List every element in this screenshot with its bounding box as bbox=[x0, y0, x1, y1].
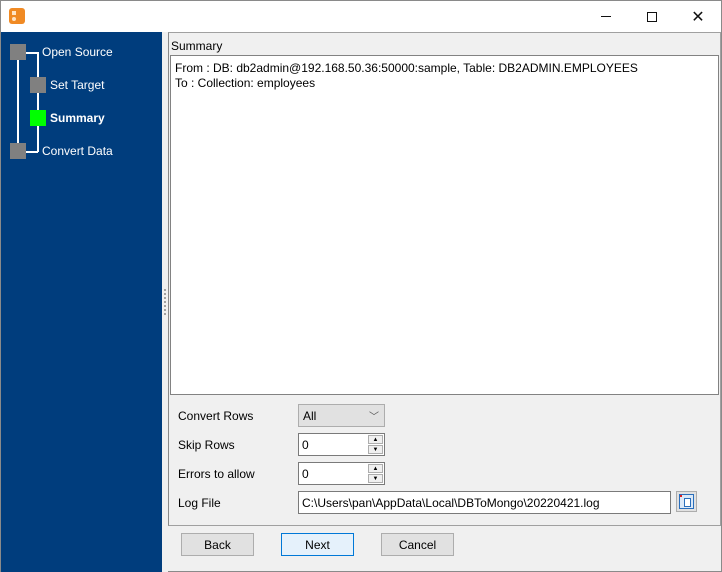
summary-textbox[interactable]: From : DB: db2admin@192.168.50.36:50000:… bbox=[170, 55, 719, 395]
wizard-window: ✕ Open Source Set Target Summary Convert… bbox=[0, 0, 722, 572]
log-file-input[interactable]: C:\Users\pan\AppData\Local\DBToMongo\202… bbox=[298, 491, 671, 514]
step-node-set-target bbox=[30, 77, 46, 93]
summary-from-line: From : DB: db2admin@192.168.50.36:50000:… bbox=[175, 61, 638, 75]
step-set-target[interactable]: Set Target bbox=[50, 78, 104, 92]
skip-rows-stepper[interactable]: 0 ▲ ▼ bbox=[298, 433, 385, 456]
tree-connector bbox=[17, 51, 19, 151]
app-logo-icon bbox=[9, 8, 25, 24]
back-button[interactable]: Back bbox=[181, 533, 254, 556]
skip-rows-value: 0 bbox=[302, 438, 309, 452]
maximize-icon bbox=[647, 11, 657, 22]
cancel-button[interactable]: Cancel bbox=[381, 533, 454, 556]
step-summary[interactable]: Summary bbox=[50, 111, 105, 125]
step-node-summary bbox=[30, 110, 46, 126]
tree-connector bbox=[25, 151, 38, 153]
errors-to-allow-value: 0 bbox=[302, 467, 309, 481]
file-browse-icon bbox=[679, 494, 694, 509]
spin-down-icon[interactable]: ▼ bbox=[368, 445, 383, 454]
next-button[interactable]: Next bbox=[281, 533, 354, 556]
spin-up-icon[interactable]: ▲ bbox=[368, 464, 383, 473]
close-button[interactable]: ✕ bbox=[675, 1, 721, 32]
summary-panel: Summary From : DB: db2admin@192.168.50.3… bbox=[168, 32, 721, 526]
browse-log-file-button[interactable] bbox=[676, 491, 697, 512]
step-convert-data[interactable]: Convert Data bbox=[42, 144, 113, 158]
skip-rows-label: Skip Rows bbox=[178, 438, 235, 452]
errors-to-allow-stepper[interactable]: 0 ▲ ▼ bbox=[298, 462, 385, 485]
wizard-steps-sidebar: Open Source Set Target Summary Convert D… bbox=[1, 32, 162, 572]
spin-down-icon[interactable]: ▼ bbox=[368, 474, 383, 483]
step-open-source[interactable]: Open Source bbox=[42, 45, 113, 59]
convert-rows-label: Convert Rows bbox=[178, 409, 254, 423]
log-file-label: Log File bbox=[178, 496, 221, 510]
spin-up-icon[interactable]: ▲ bbox=[368, 435, 383, 444]
convert-rows-value: All bbox=[303, 409, 317, 423]
chevron-down-icon: ﹀ bbox=[369, 412, 379, 423]
title-bar: ✕ bbox=[1, 1, 721, 32]
summary-heading: Summary bbox=[171, 39, 223, 53]
step-node-convert-data bbox=[10, 143, 26, 159]
minimize-button[interactable] bbox=[583, 1, 629, 32]
step-node-open-source bbox=[10, 44, 26, 60]
summary-to-line: To : Collection: employees bbox=[175, 76, 316, 90]
errors-to-allow-label: Errors to allow bbox=[178, 467, 255, 481]
maximize-button[interactable] bbox=[629, 1, 675, 32]
convert-rows-select[interactable]: All ﹀ bbox=[298, 404, 385, 427]
tree-connector bbox=[37, 52, 39, 152]
minimize-icon bbox=[601, 16, 611, 17]
close-icon: ✕ bbox=[691, 6, 705, 26]
